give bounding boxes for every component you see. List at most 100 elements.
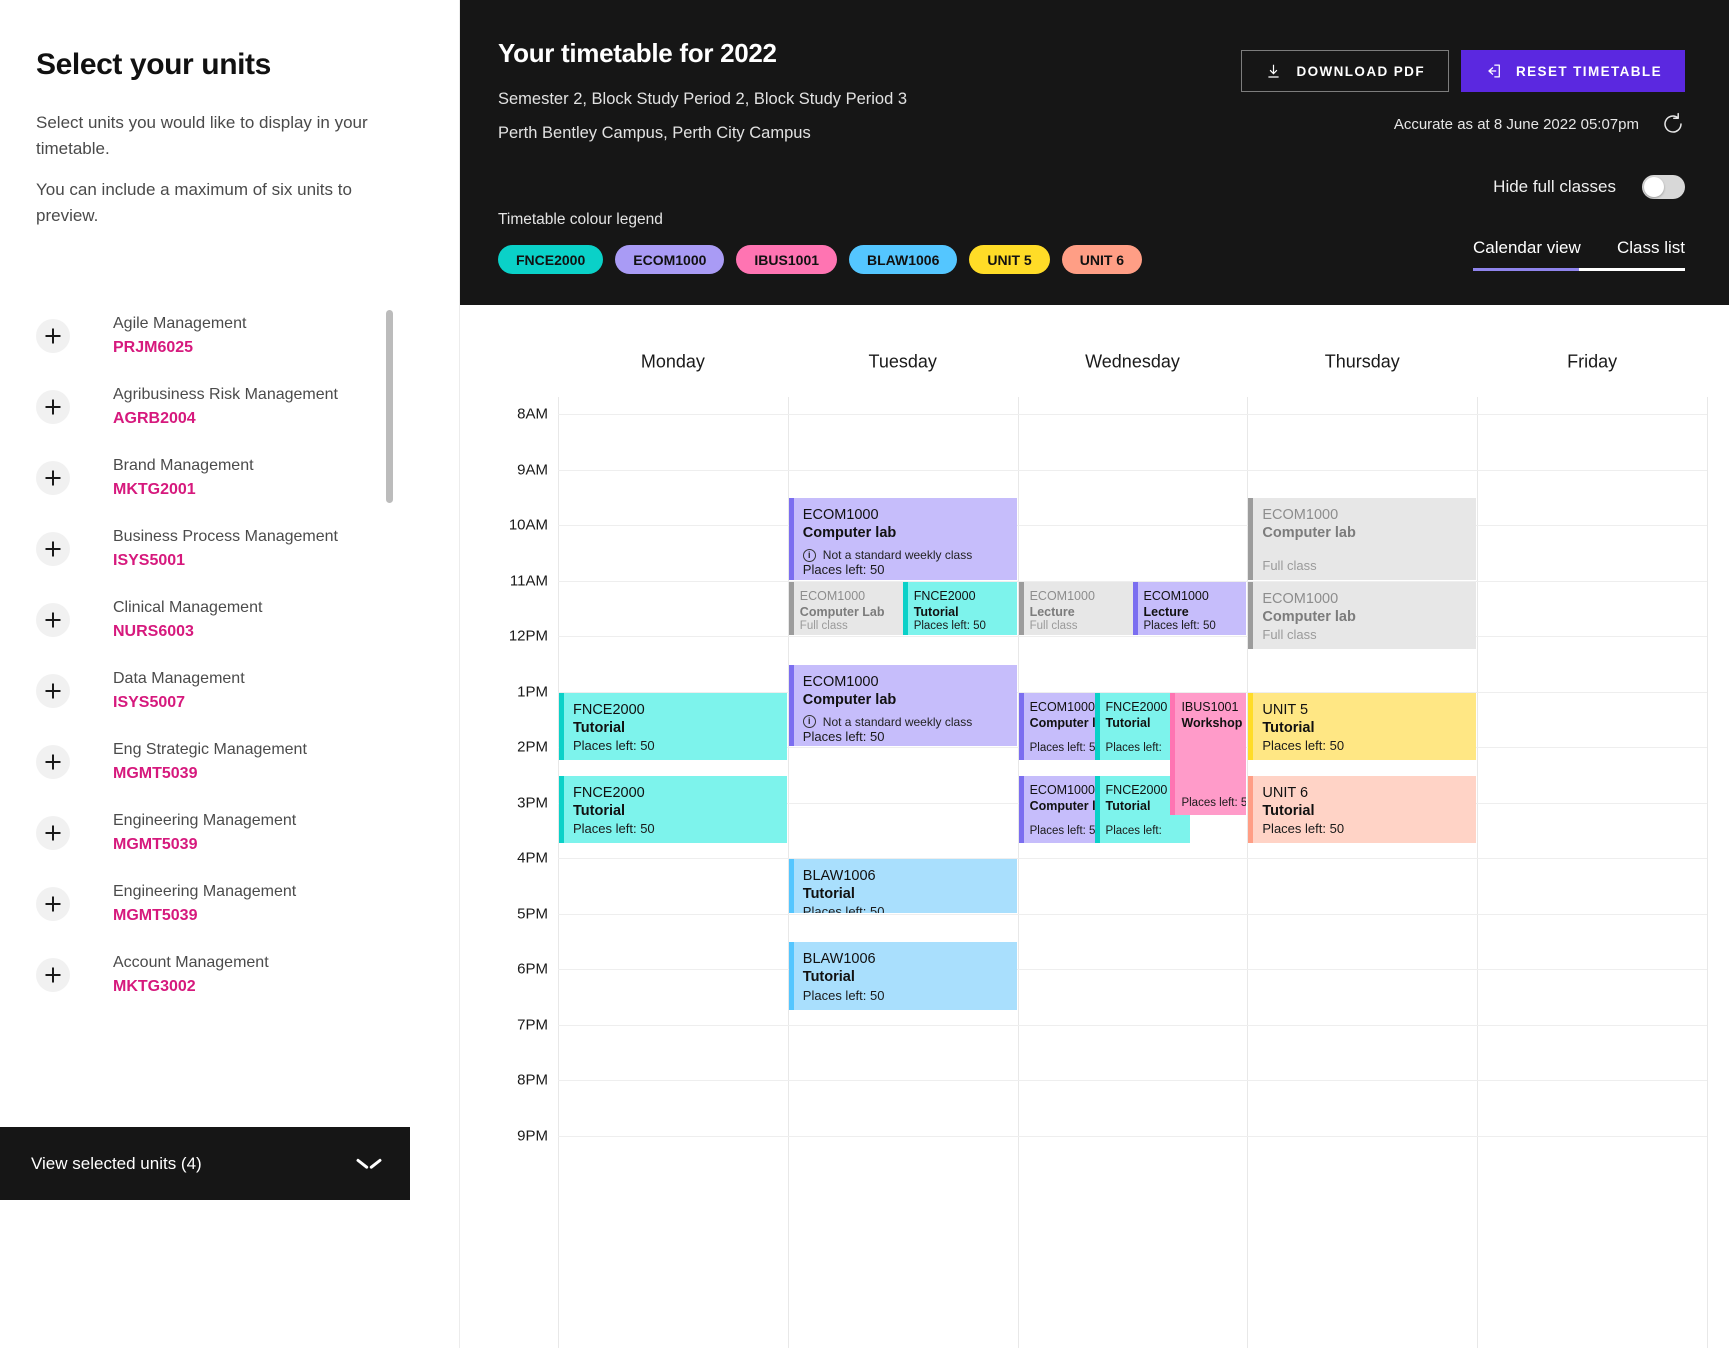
unit-name: Engineering Management — [113, 812, 297, 830]
accuracy-text: Accurate as at 8 June 2022 05:07pm — [1393, 115, 1639, 133]
event-note-text: Not a standard weekly class — [822, 548, 973, 563]
unit-code: MGMT5039 — [113, 764, 198, 782]
unit-list-item[interactable]: Engineering Management MGMT5039 — [36, 797, 460, 868]
download-pdf-button[interactable]: DOWNLOAD PDF — [1241, 50, 1449, 92]
sidebar-intro-line-2: You can include a maximum of six units t… — [36, 179, 352, 226]
calendar-event[interactable]: FNCE2000 Tutorial Places left: 50 — [559, 775, 787, 844]
event-class-type: Computer lab — [802, 691, 897, 708]
sidebar-scrollbar-thumb[interactable] — [386, 310, 393, 503]
unit-list-item[interactable]: Agile Management PRJM6025 — [36, 300, 460, 371]
calendar-event[interactable]: FNCE2000 Tutorial Places left: 50 — [902, 581, 1017, 635]
reset-timetable-button[interactable]: RESET TIMETABLE — [1460, 50, 1685, 92]
hide-full-classes-toggle[interactable] — [1642, 175, 1685, 199]
add-unit-button[interactable] — [36, 886, 70, 921]
view-selected-units-button[interactable]: View selected units (4) — [0, 1127, 410, 1200]
event-unit-code: FNCE2000 — [573, 784, 645, 801]
event-unit-code: ECOM1000 — [802, 673, 879, 690]
unit-name: Account Management — [113, 954, 269, 972]
event-unit-code: ECOM1000 — [1262, 507, 1339, 524]
calendar-column-divider — [558, 397, 559, 1348]
event-unit-code: ECOM1000 — [1029, 588, 1095, 603]
calendar-event[interactable]: ECOM1000 Computer lab Full class — [1248, 498, 1477, 580]
calendar-event[interactable]: FNCE2000 Tutorial Places left: 50 — [559, 692, 787, 760]
event-class-type: Lecture — [1029, 605, 1075, 620]
calendar-event[interactable]: ECOM1000 Computer lab Full class — [1248, 581, 1477, 649]
calendar-event[interactable]: ECOM1000 Computer lab i Not a standard week… — [788, 664, 1017, 746]
tab-indicator-active — [1473, 268, 1579, 271]
tab-calendar-view[interactable]: Calendar view — [1473, 238, 1581, 268]
event-unit-code: FNCE2000 — [913, 588, 976, 603]
calendar-event[interactable]: BLAW1006 Tutorial Places left: 50 — [788, 942, 1017, 1010]
calendar-day-header: Monday — [640, 351, 705, 372]
calendar-time-label: 12PM — [508, 627, 548, 645]
calendar-event[interactable]: UNIT 5 Tutorial Places left: 50 — [1248, 692, 1477, 760]
calendar-time-label: 10AM — [508, 516, 548, 534]
add-unit-button[interactable] — [36, 531, 70, 566]
calendar-time-label: 6PM — [517, 960, 548, 978]
add-unit-button[interactable] — [36, 602, 70, 637]
event-class-type: Workshop — [1181, 716, 1243, 731]
unit-text: Engineering Management MGMT5039 — [113, 809, 296, 855]
unit-list-item[interactable]: Clinical Management NURS6003 — [36, 584, 460, 655]
add-unit-button[interactable] — [36, 957, 70, 992]
event-availability: Places left: 5 — [1181, 797, 1247, 810]
sidebar-intro: Select units you would like to display i… — [0, 82, 459, 229]
add-unit-button[interactable] — [36, 815, 70, 850]
colour-legend: Timetable colour legend FNCE2000 ECOM1000… — [498, 211, 1143, 274]
add-unit-button[interactable] — [36, 460, 70, 495]
event-availability: Places left: 50 — [1262, 737, 1345, 753]
unit-code: MGMT5039 — [113, 835, 198, 853]
calendar-event[interactable]: IBUS1001 Workshop Places left: 5 — [1170, 692, 1247, 816]
event-class-type: Tutorial — [573, 802, 626, 819]
unit-text: Eng Strategic Management MGMT5039 — [113, 738, 307, 784]
toggle-knob — [1644, 177, 1664, 197]
calendar-time-label: 2PM — [517, 738, 548, 756]
add-unit-button[interactable] — [36, 389, 70, 424]
refresh-icon[interactable] — [1661, 112, 1685, 136]
unit-name: Eng Strategic Management — [113, 741, 307, 759]
add-unit-button[interactable] — [36, 318, 70, 353]
legend-chip: UNIT 6 — [1061, 245, 1143, 274]
add-unit-button[interactable] — [36, 673, 70, 708]
calendar-hour-line — [558, 969, 1707, 970]
calendar-event[interactable]: ECOM1000 Lecture Places left: 50 — [1132, 581, 1247, 635]
unit-list-item[interactable]: Engineering Management MGMT5039 — [36, 868, 460, 939]
calendar-event[interactable]: ECOM1000 Computer Lab Full class — [788, 581, 917, 635]
unit-name: Brand Management — [113, 457, 254, 475]
sidebar-intro-line-1: Select units you would like to display i… — [36, 113, 368, 159]
tab-class-list[interactable]: Class list — [1617, 238, 1685, 268]
calendar-event[interactable]: ECOM1000 Lecture Full class — [1018, 581, 1147, 635]
calendar-event[interactable]: BLAW1006 Tutorial Places left: 50 — [788, 859, 1017, 913]
event-availability: Places left: 50 — [573, 737, 655, 753]
unit-list-item[interactable]: Business Process Management ISYS5001 — [36, 513, 460, 584]
calendar-event[interactable]: UNIT 6 Tutorial Places left: 50 — [1248, 775, 1477, 844]
event-availability: Places left: 50 — [913, 620, 986, 633]
legend-chip: IBUS1001 — [736, 245, 838, 274]
calendar-time-label: 8PM — [517, 1071, 548, 1089]
calendar-time-label: 5PM — [517, 905, 548, 922]
unit-list-item[interactable]: Account Management MKTG3002 — [36, 939, 460, 1010]
event-class-type: Tutorial — [913, 605, 959, 620]
unit-code: ISYS5001 — [113, 551, 186, 569]
unit-list-item[interactable]: Agribusiness Risk Management AGRB2004 — [36, 371, 460, 442]
event-availability: Places left: 50 — [1262, 821, 1345, 837]
event-unit-code: ECOM1000 — [1143, 588, 1209, 603]
unit-list-item[interactable]: Eng Strategic Management MGMT5039 — [36, 726, 460, 797]
event-availability: Full class — [1262, 557, 1317, 573]
event-class-type: Lecture — [1143, 605, 1189, 620]
unit-list-item[interactable]: Data Management ISYS5007 — [36, 655, 460, 726]
unit-list-item[interactable]: Brand Management MKTG2001 — [36, 442, 460, 513]
unit-name: Engineering Management — [113, 883, 297, 901]
calendar-time-label: 8AM — [517, 405, 548, 423]
calendar-event[interactable]: ECOM1000 Computer lab i Not a standard week… — [788, 498, 1017, 580]
calendar-column-divider — [1017, 397, 1019, 1348]
add-unit-button[interactable] — [36, 744, 70, 779]
unit-text: Account Management MKTG3002 — [113, 951, 269, 997]
calendar-hour-line — [558, 469, 1707, 471]
event-class-type: Computer lab — [1262, 525, 1356, 542]
calendar-time-label: 9AM — [517, 461, 548, 478]
timetable-app: Select your units Select units you would… — [0, 0, 1729, 1348]
event-note: i Not a standard weekly class — [802, 548, 1009, 563]
view-selected-units-label: View selected units (4) — [31, 1153, 202, 1173]
legend-chip: FNCE2000 — [498, 245, 604, 274]
